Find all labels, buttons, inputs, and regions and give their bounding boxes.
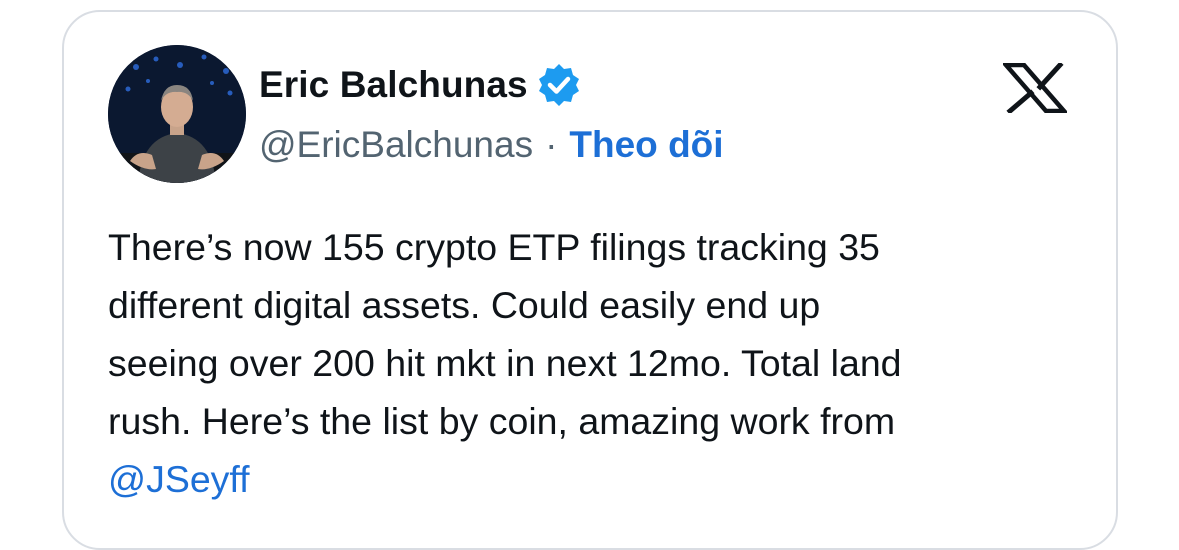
tweet-line: different digital assets. Could easily e…	[108, 284, 821, 326]
tweet-line: rush. Here’s the list by coin, amazing w…	[108, 400, 896, 442]
author-handle-row: @EricBalchunas · Theo dõi	[259, 122, 724, 168]
tweet-line: seeing over 200 hit mkt in next 12mo. To…	[108, 342, 902, 384]
tweet-line: There’s now 155 crypto ETP filings track…	[108, 226, 880, 268]
author-handle[interactable]: @EricBalchunas	[259, 124, 533, 166]
mention-link[interactable]: @JSeyff	[108, 450, 1068, 508]
author-name-row: Eric Balchunas	[259, 62, 582, 108]
x-logo-icon[interactable]	[1001, 61, 1069, 115]
follow-button[interactable]: Theo dõi	[569, 124, 723, 166]
separator-dot: ·	[545, 124, 558, 165]
author-name[interactable]: Eric Balchunas	[259, 64, 528, 106]
avatar[interactable]	[108, 45, 246, 183]
verified-badge-icon	[536, 62, 582, 108]
tweet-text: There’s now 155 crypto ETP filings track…	[108, 218, 1068, 508]
